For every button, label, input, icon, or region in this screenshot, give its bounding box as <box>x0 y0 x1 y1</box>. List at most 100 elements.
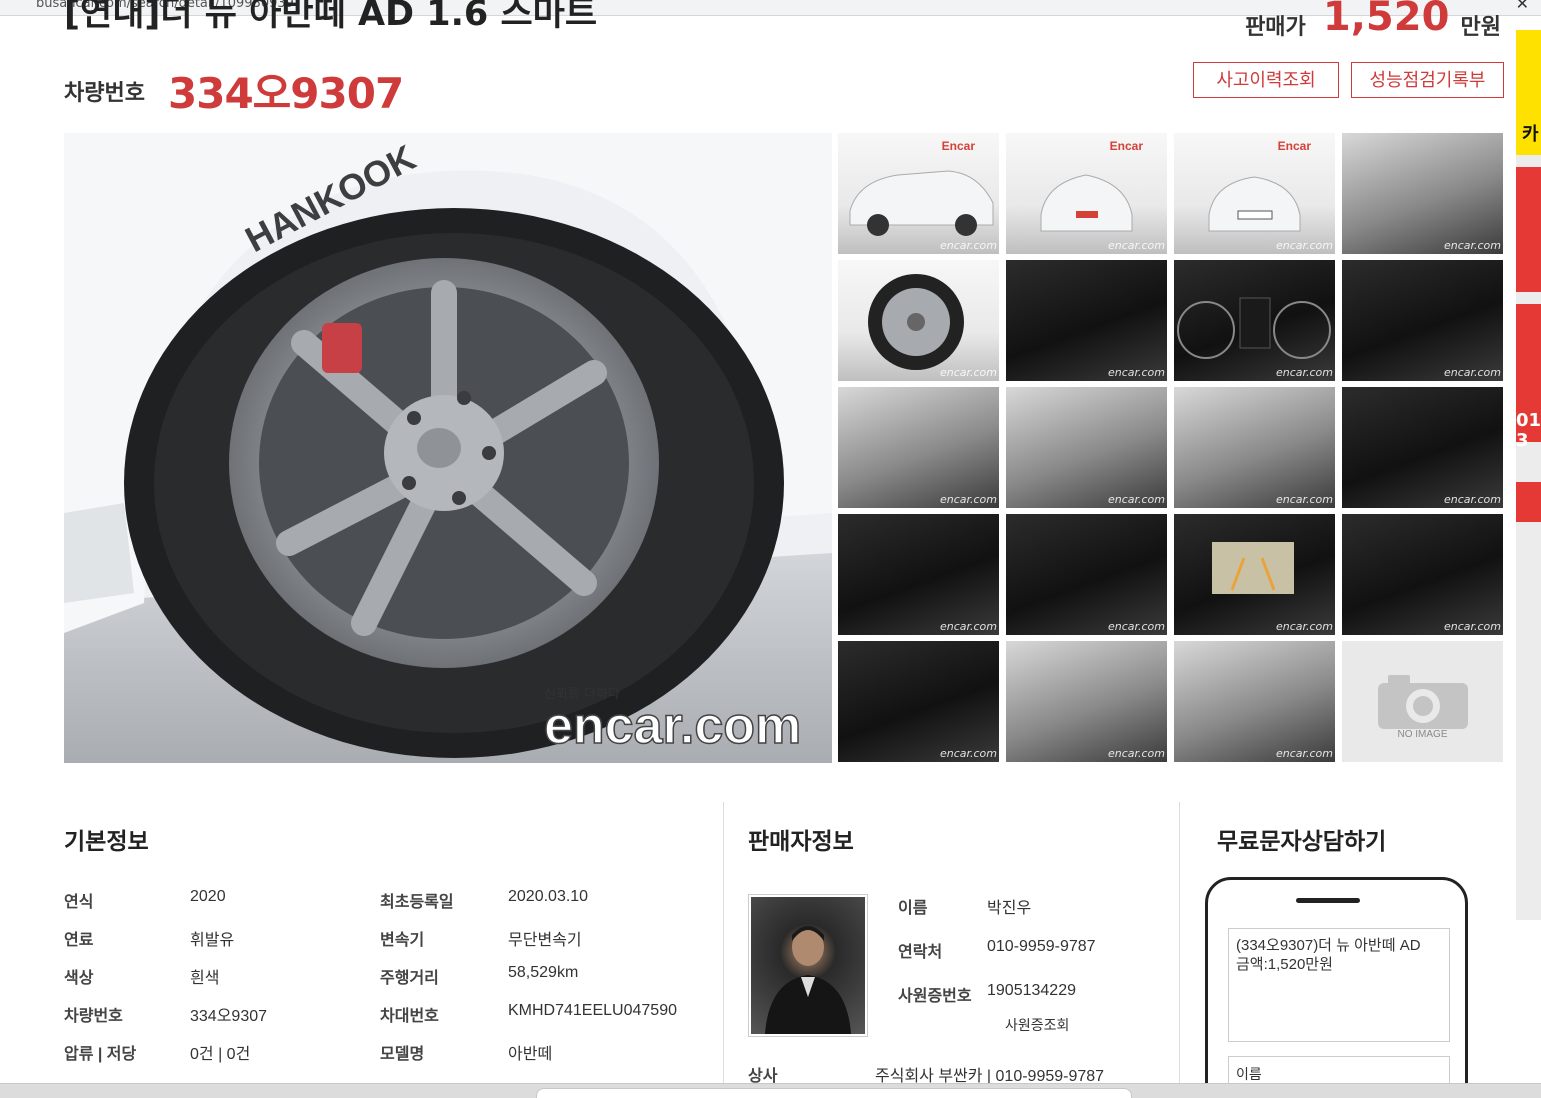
kakao-consult-button[interactable]: 카 <box>1516 30 1541 155</box>
info-key-mileage: 주행거리 <box>380 970 439 987</box>
info-key-model: 모델명 <box>380 1046 425 1063</box>
accident-history-button[interactable]: 사고이력조회 <box>1193 62 1339 98</box>
info-key-vin: 차대번호 <box>380 1008 439 1025</box>
info-value-color: 흰색 <box>190 970 220 987</box>
info-key-first-registered: 최초등록일 <box>380 894 454 911</box>
thumbnail-watermark: encar.com <box>1275 239 1333 252</box>
thumbnail-gauge-cluster[interactable]: encar.com <box>1174 260 1335 381</box>
thumbnail-watermark: encar.com <box>939 620 997 633</box>
thumbnail-center-console[interactable]: encar.com <box>1006 514 1167 635</box>
sms-phone-frame: (334오9307)더 뉴 아반떼 AD 금액:1,520만원 이름 <box>1205 877 1468 1098</box>
info-value-model: 아반떼 <box>508 1046 553 1063</box>
thumbnail-watermark: encar.com <box>1275 366 1333 379</box>
thumbnail-watermark: encar.com <box>939 747 997 760</box>
basic-info-title: 기본정보 <box>64 828 149 854</box>
thumbnail-watermark: encar.com <box>1443 493 1501 506</box>
phone-speaker <box>1296 898 1360 903</box>
wheel-photo-illustration: HANKOOK 신뢰를 더하다 encar.com <box>64 133 832 763</box>
wheel-image <box>868 274 964 370</box>
section-divider <box>1179 802 1180 1098</box>
thumbnail-engine[interactable]: encar.com <box>1342 133 1503 254</box>
avatar <box>751 897 865 1034</box>
encar-logo: Encar <box>1109 139 1143 153</box>
info-key-fuel: 연료 <box>64 932 94 949</box>
no-image-label: NO IMAGE <box>1397 729 1448 740</box>
side-menu-button-1[interactable] <box>1516 167 1541 292</box>
info-value-lien: 0건 | 0건 <box>190 1046 251 1063</box>
price-block: 판매가 1,520 만원 <box>1245 0 1501 48</box>
thumbnail-rear[interactable]: Encar encar.com <box>1174 133 1335 254</box>
thumbnail-rear-camera[interactable]: encar.com <box>1174 514 1335 635</box>
thumbnail-steering-wheel[interactable]: encar.com <box>1342 387 1503 508</box>
thumbnail-watermark: encar.com <box>1275 493 1333 506</box>
section-divider <box>723 802 724 1098</box>
thumbnail-wiper-stalk[interactable]: encar.com <box>838 641 999 762</box>
info-value-first-registered: 2020.03.10 <box>508 888 589 905</box>
rear-camera-screen-image <box>1212 542 1294 594</box>
info-key-color: 색상 <box>64 970 94 987</box>
seller-employee-no-label: 사원증번호 <box>898 988 972 1005</box>
thumbnail-driver-door[interactable]: encar.com <box>838 387 999 508</box>
info-key-year: 연식 <box>64 894 94 911</box>
price-unit: 만원 <box>1460 15 1501 40</box>
thumbnail-no-image[interactable]: NO IMAGE <box>1342 641 1503 762</box>
main-watermark-text: encar.com <box>544 697 801 755</box>
inspection-record-button[interactable]: 성능점검기록부 <box>1351 62 1504 98</box>
info-key-transmission: 변속기 <box>380 932 425 949</box>
thumbnail-dashboard[interactable]: encar.com <box>1006 260 1167 381</box>
gauge-cluster-image <box>1177 297 1331 359</box>
encar-logo: Encar <box>941 139 975 153</box>
thumbnail-door-switches[interactable]: encar.com <box>1342 514 1503 635</box>
info-value-vin: KMHD741EELU047590 <box>508 1002 677 1019</box>
encar-logo: Encar <box>1277 139 1311 153</box>
thumbnail-gear-shift[interactable]: encar.com <box>1342 260 1503 381</box>
thumbnail-watermark: encar.com <box>939 493 997 506</box>
thumbnail-front-left[interactable]: Encar encar.com <box>838 133 999 254</box>
thumbnail-watermark: encar.com <box>1275 620 1333 633</box>
seller-info-title: 판매자정보 <box>748 828 854 854</box>
info-value-transmission: 무단변속기 <box>508 932 582 949</box>
thumbnail-watermark: encar.com <box>1107 239 1165 252</box>
info-key-plate: 차량번호 <box>64 1008 123 1025</box>
camera-icon <box>1378 675 1468 729</box>
thumbnail-watermark: encar.com <box>1443 366 1501 379</box>
sms-consult-title: 무료문자상담하기 <box>1217 828 1387 854</box>
thumbnail-watermark: encar.com <box>1443 239 1501 252</box>
info-value-plate: 334오9307 <box>190 1008 268 1025</box>
thumbnail-watermark: encar.com <box>1443 620 1501 633</box>
thumbnail-watermark: encar.com <box>1107 366 1165 379</box>
employee-id-lookup-link[interactable]: 사원증조회 <box>1005 1015 1069 1035</box>
info-value-mileage: 58,529km <box>508 964 579 981</box>
sms-message-textarea[interactable]: (334오9307)더 뉴 아반떼 AD 금액:1,520만원 <box>1228 928 1450 1042</box>
side-menu-button-3[interactable] <box>1516 482 1541 522</box>
thumbnail-wheel[interactable]: encar.com <box>838 260 999 381</box>
thumbnail-watermark: encar.com <box>939 366 997 379</box>
price-value: 1,520 <box>1322 0 1450 40</box>
info-value-year: 2020 <box>190 888 226 905</box>
info-value-fuel: 휘발유 <box>190 932 235 949</box>
thumbnail-navigation[interactable]: encar.com <box>838 514 999 635</box>
thumbnail-watermark: encar.com <box>1107 747 1165 760</box>
side-menu-phone-label: 01 3 <box>1516 410 1541 451</box>
side-menu-phone-button[interactable]: 01 3 <box>1516 304 1541 451</box>
info-key-lien: 압류 | 저당 <box>64 1046 137 1063</box>
thumbnail-watermark: encar.com <box>1107 620 1165 633</box>
thumbnail-rear-seats[interactable]: encar.com <box>1174 387 1335 508</box>
thumbnail-front-seats[interactable]: encar.com <box>1006 387 1167 508</box>
bottom-panel-tab[interactable] <box>536 1088 1132 1098</box>
seller-contact-value[interactable]: 010-9959-9787 <box>987 938 1096 956</box>
thumbnail-watermark: encar.com <box>1107 493 1165 506</box>
plate-label: 차량번호 <box>64 81 145 106</box>
page-root: { "browser": { "url": "busancar.com/sear… <box>0 0 1541 1098</box>
thumbnail-front[interactable]: Encar encar.com <box>1006 133 1167 254</box>
floating-side-menu: 카 01 3 <box>1516 30 1541 920</box>
car-title: [연내]더 뉴 아반떼 AD 1.6 스마트 <box>64 0 598 34</box>
seller-contact-label: 연락처 <box>898 944 943 961</box>
seller-portrait-illustration <box>765 926 851 1034</box>
main-car-photo[interactable]: HANKOOK 신뢰를 더하다 encar.com <box>64 133 832 763</box>
thumbnail-trunk[interactable]: encar.com <box>1174 641 1335 762</box>
thumbnail-interior-light[interactable]: encar.com <box>1006 641 1167 762</box>
close-icon[interactable]: ✕ <box>1516 0 1529 13</box>
seller-photo <box>748 894 868 1037</box>
thumbnail-watermark: encar.com <box>939 239 997 252</box>
